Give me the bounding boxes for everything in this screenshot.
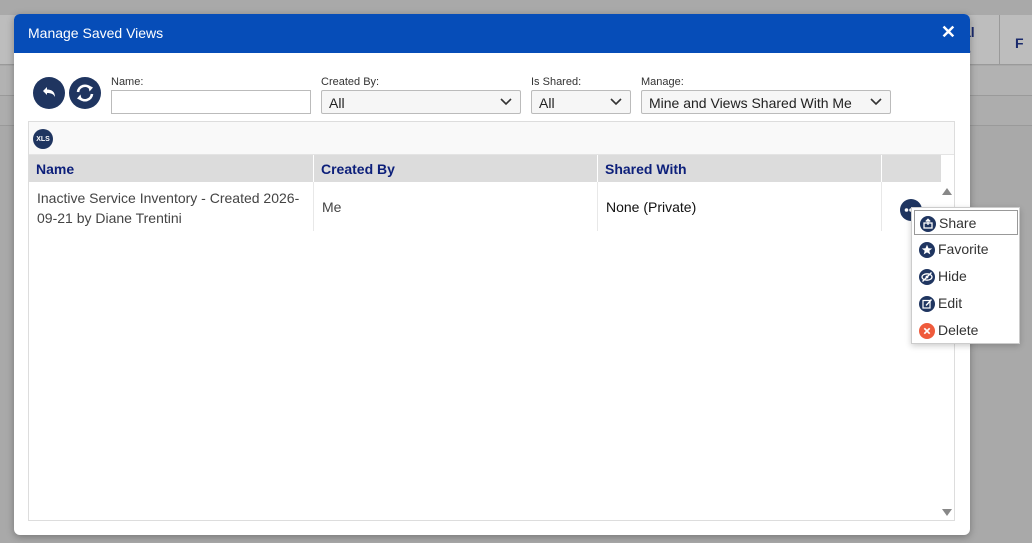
- filter-toolbar: Name: Created By: All Is Shared: All Man…: [14, 53, 970, 121]
- cell-name: Inactive Service Inventory - Created 202…: [29, 182, 314, 231]
- name-label: Name:: [111, 76, 144, 88]
- manage-label: Manage:: [641, 76, 684, 88]
- cell-created-by-text: Me: [322, 198, 342, 215]
- row-actions-menu: Share Favorite Hide Edit Delete: [911, 207, 1020, 344]
- menu-item-label: Share: [939, 215, 977, 231]
- share-icon: [920, 216, 936, 232]
- manage-select[interactable]: Mine and Views Shared With Me: [641, 90, 891, 114]
- cell-created-by: Me: [314, 182, 598, 231]
- refresh-icon: [76, 84, 94, 102]
- menu-item-share[interactable]: Share: [914, 210, 1018, 235]
- undo-icon: [43, 87, 55, 97]
- menu-item-favorite[interactable]: Favorite: [914, 237, 1018, 262]
- menu-item-edit[interactable]: Edit: [914, 291, 1018, 316]
- is-shared-label: Is Shared:: [531, 76, 582, 88]
- table-row[interactable]: Inactive Service Inventory - Created 202…: [29, 182, 941, 231]
- is-shared-value: All: [539, 95, 555, 111]
- menu-item-hide[interactable]: Hide: [914, 264, 1018, 289]
- manage-value: Mine and Views Shared With Me: [649, 95, 852, 111]
- menu-item-label: Hide: [938, 268, 967, 284]
- menu-item-delete[interactable]: Delete: [914, 318, 1018, 343]
- grid-header: Name Created By Shared With: [29, 155, 941, 182]
- scroll-up-arrow-icon[interactable]: [942, 188, 952, 195]
- chevron-down-icon: [500, 98, 512, 106]
- star-icon: [919, 242, 935, 258]
- created-by-select[interactable]: All: [321, 90, 521, 114]
- menu-item-label: Favorite: [938, 241, 989, 257]
- background-column-header: F: [999, 15, 1032, 65]
- cell-shared-with: None (Private): [598, 182, 882, 231]
- delete-icon: [919, 323, 935, 339]
- grid-toolbar: XLS: [29, 122, 954, 155]
- menu-item-label: Edit: [938, 295, 963, 311]
- undo-button[interactable]: [33, 77, 65, 109]
- column-header-name[interactable]: Name: [29, 155, 314, 182]
- saved-views-grid: XLS Name Created By Shared With Inactive…: [28, 121, 955, 521]
- chevron-down-icon: [870, 98, 882, 106]
- created-by-value: All: [329, 95, 345, 111]
- dialog-header: Manage Saved Views ✕: [14, 14, 970, 53]
- menu-item-label: Delete: [938, 322, 979, 338]
- column-header-actions: [882, 155, 941, 182]
- background-column-label: F: [1015, 35, 1024, 51]
- is-shared-select[interactable]: All: [531, 90, 631, 114]
- xls-icon: XLS: [36, 135, 50, 143]
- dialog-title: Manage Saved Views: [28, 25, 164, 41]
- hide-icon: [919, 269, 935, 285]
- manage-saved-views-dialog: Manage Saved Views ✕ Name: Created By: A…: [14, 14, 970, 535]
- refresh-button[interactable]: [69, 77, 101, 109]
- close-icon[interactable]: ✕: [941, 22, 956, 43]
- chevron-down-icon: [610, 98, 622, 106]
- column-header-shared-with[interactable]: Shared With: [598, 155, 882, 182]
- column-header-created-by[interactable]: Created By: [314, 155, 598, 182]
- edit-icon: [919, 296, 935, 312]
- created-by-label: Created By:: [321, 76, 380, 88]
- name-input[interactable]: [111, 90, 311, 114]
- scroll-down-arrow-icon[interactable]: [942, 509, 952, 516]
- export-xls-button[interactable]: XLS: [33, 129, 53, 149]
- cell-shared-with-text: None (Private): [606, 198, 697, 215]
